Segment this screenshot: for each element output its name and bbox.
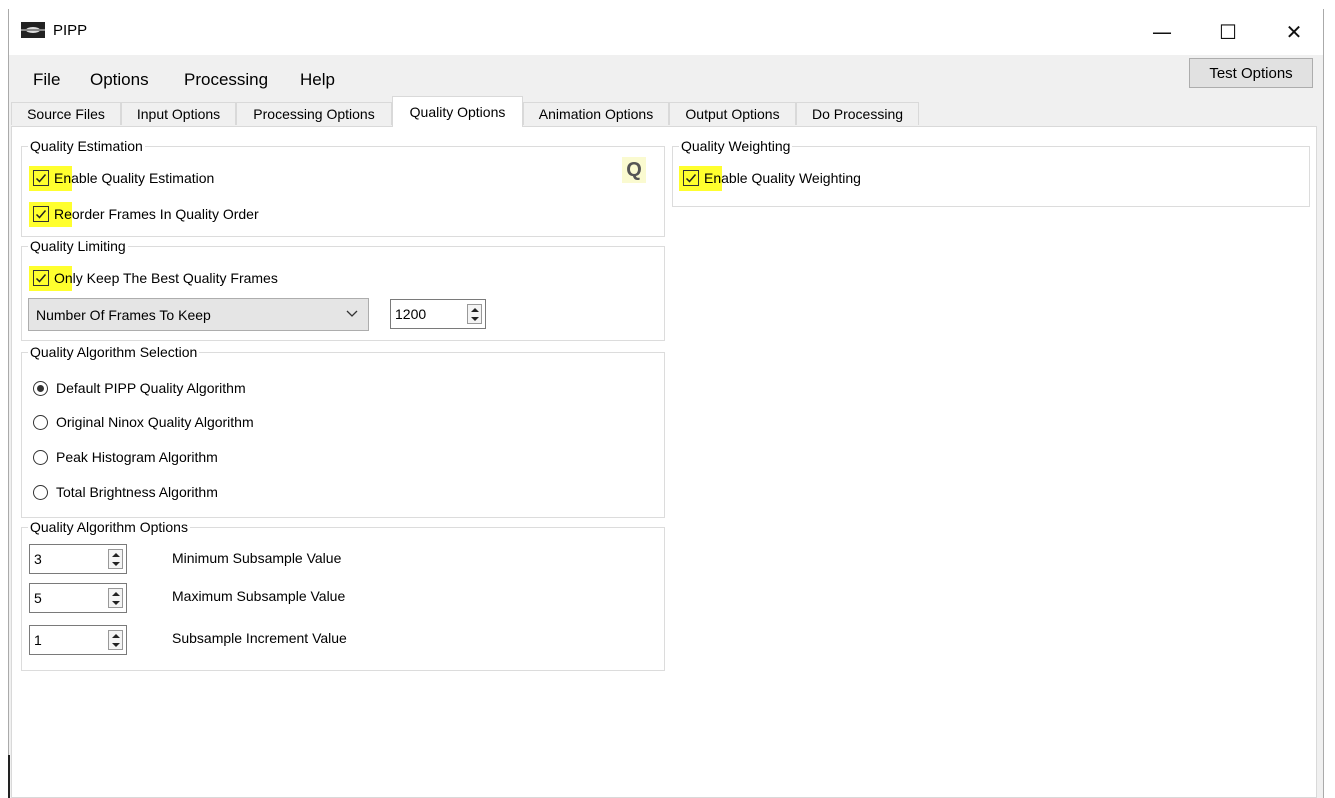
spinner-value: 1	[34, 632, 42, 648]
max-subsample-spinner[interactable]: 5	[29, 583, 127, 613]
tab-source-files[interactable]: Source Files	[11, 102, 121, 125]
pipp-logo-icon	[21, 22, 45, 38]
spinner-arrows-icon[interactable]	[108, 630, 123, 650]
radio-label: Peak Histogram Algorithm	[56, 449, 218, 465]
quality-limiting-group: Quality Limiting Only Keep The Best Qual…	[21, 238, 665, 341]
frames-to-keep-spinner[interactable]: 1200	[390, 299, 486, 329]
quality-q-icon: Q	[622, 157, 646, 183]
algorithm-options-group: Quality Algorithm Options 3 Minimum Subs…	[21, 519, 665, 671]
min-subsample-label: Minimum Subsample Value	[172, 550, 342, 566]
chevron-down-icon	[346, 307, 358, 322]
subsample-increment-spinner[interactable]: 1	[29, 625, 127, 655]
menu-bar: File Options Processing Help	[9, 55, 1323, 97]
spinner-value: 3	[34, 551, 42, 567]
radio-empty-icon	[33, 414, 48, 430]
close-button[interactable]: ✕	[1271, 9, 1317, 55]
checkbox-label: Only Keep The Best Quality Frames	[54, 270, 278, 286]
radio-empty-icon	[33, 449, 48, 465]
tab-input-options[interactable]: Input Options	[121, 102, 236, 125]
spinner-arrows-icon[interactable]	[467, 304, 482, 324]
radio-peak-histogram[interactable]: Peak Histogram Algorithm	[33, 449, 218, 465]
radio-label: Default PIPP Quality Algorithm	[56, 380, 246, 396]
radio-empty-icon	[33, 484, 48, 500]
frames-mode-dropdown[interactable]: Number Of Frames To Keep	[28, 298, 369, 331]
group-label-algorithm-options: Quality Algorithm Options	[28, 519, 190, 535]
radio-label: Original Ninox Quality Algorithm	[56, 414, 254, 430]
quality-options-panel: Quality Estimation Enable Quality Estima…	[11, 126, 1317, 798]
radio-selected-icon	[33, 380, 48, 396]
radio-original-ninox[interactable]: Original Ninox Quality Algorithm	[33, 414, 254, 430]
radio-default-pipp[interactable]: Default PIPP Quality Algorithm	[33, 380, 246, 396]
spinner-arrows-icon[interactable]	[108, 588, 123, 608]
app-window: PIPP — ☐ ✕ File Options Processing Help …	[8, 9, 1324, 798]
tab-processing-options[interactable]: Processing Options	[236, 102, 392, 125]
tab-quality-options[interactable]: Quality Options	[392, 96, 523, 127]
menu-help[interactable]: Help	[300, 70, 335, 90]
tab-animation-options[interactable]: Animation Options	[523, 102, 669, 125]
enable-quality-estimation-checkbox[interactable]: Enable Quality Estimation	[33, 170, 214, 186]
title-bar: PIPP — ☐ ✕	[9, 9, 1323, 55]
max-subsample-label: Maximum Subsample Value	[172, 588, 346, 604]
group-label-algorithm-selection: Quality Algorithm Selection	[28, 344, 200, 360]
minimize-button[interactable]: —	[1139, 9, 1185, 55]
menu-processing[interactable]: Processing	[184, 70, 268, 90]
algorithm-selection-group: Quality Algorithm Selection Default PIPP…	[21, 344, 665, 518]
test-options-button[interactable]: Test Options	[1189, 58, 1313, 88]
window-edge-mark	[8, 755, 10, 798]
radio-label: Total Brightness Algorithm	[56, 484, 218, 500]
checkbox-checked-icon	[33, 206, 49, 222]
checkbox-checked-icon	[33, 170, 49, 186]
tab-output-options[interactable]: Output Options	[669, 102, 796, 125]
radio-total-brightness[interactable]: Total Brightness Algorithm	[33, 484, 218, 500]
group-label-quality-weighting: Quality Weighting	[679, 138, 793, 154]
maximize-button[interactable]: ☐	[1205, 9, 1251, 55]
spinner-value: 5	[34, 590, 42, 606]
spinner-arrows-icon[interactable]	[108, 549, 123, 569]
menu-options[interactable]: Options	[90, 70, 149, 90]
quality-weighting-group: Quality Weighting Enable Quality Weighti…	[672, 138, 1310, 207]
checkbox-checked-icon	[683, 170, 699, 186]
checkbox-checked-icon	[33, 270, 49, 286]
spinner-value: 1200	[395, 306, 427, 322]
tab-do-processing[interactable]: Do Processing	[796, 102, 919, 125]
window-title: PIPP	[53, 22, 88, 39]
keep-best-frames-checkbox[interactable]: Only Keep The Best Quality Frames	[33, 270, 278, 286]
group-label-quality-limiting: Quality Limiting	[28, 238, 128, 254]
checkbox-label: Reorder Frames In Quality Order	[54, 206, 259, 222]
tab-strip: Source Files Input Options Processing Op…	[11, 96, 1325, 127]
menu-file[interactable]: File	[33, 70, 60, 90]
checkbox-label: Enable Quality Weighting	[704, 170, 861, 186]
reorder-frames-checkbox[interactable]: Reorder Frames In Quality Order	[33, 206, 259, 222]
enable-quality-weighting-checkbox[interactable]: Enable Quality Weighting	[683, 170, 861, 186]
min-subsample-spinner[interactable]: 3	[29, 544, 127, 574]
quality-estimation-group: Quality Estimation Enable Quality Estima…	[21, 138, 665, 237]
group-label-quality-estimation: Quality Estimation	[28, 138, 145, 154]
checkbox-label: Enable Quality Estimation	[54, 170, 215, 186]
subsample-increment-label: Subsample Increment Value	[172, 630, 347, 646]
dropdown-value: Number Of Frames To Keep	[36, 306, 211, 323]
